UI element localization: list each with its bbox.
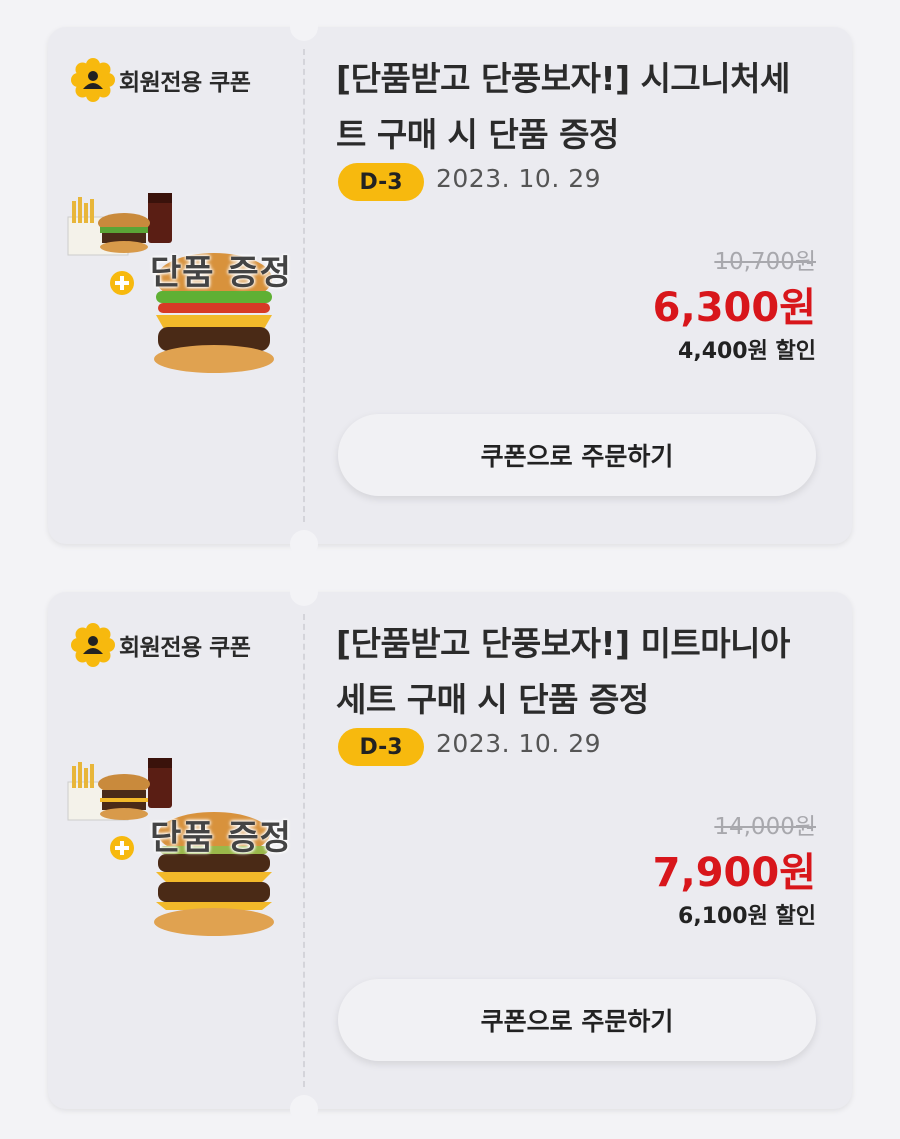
expiry-date: 2023. 10. 29 bbox=[436, 729, 602, 758]
coupon-card: 회원전용 쿠폰 단품 증정 [단품받고 단풍보자!] 미트마니아세트 구매 시 … bbox=[48, 578, 852, 1123]
ticket-notch bbox=[290, 1095, 318, 1123]
product-image: 단품 증정 bbox=[64, 752, 304, 952]
product-label: 단품 증정 bbox=[150, 818, 292, 858]
final-price: 7,900원 bbox=[652, 850, 816, 896]
coupon-card: 회원전용 쿠폰 단품 증정 [단품받고 단풍보자!] 시그니처세트 구매 시 단 bbox=[48, 13, 852, 558]
final-price: 6,300원 bbox=[652, 285, 816, 331]
coupon-title: [단품받고 단풍보자!] 시그니처세트 구매 시 단품 증정 bbox=[336, 59, 790, 154]
member-coupon-badge: 회원전용 쿠폰 bbox=[70, 622, 251, 668]
ticket-notch bbox=[290, 530, 318, 558]
member-person-icon bbox=[71, 58, 115, 102]
badge-label: 회원전용 쿠폰 bbox=[119, 70, 251, 96]
discount-amount: 6,100원 할인 bbox=[678, 904, 816, 929]
member-coupon-badge: 회원전용 쿠폰 bbox=[70, 57, 251, 103]
dday-badge: D-3 bbox=[338, 728, 424, 766]
member-person-icon bbox=[71, 623, 115, 667]
badge-label: 회원전용 쿠폰 bbox=[119, 635, 251, 661]
expiry-date: 2023. 10. 29 bbox=[436, 164, 602, 193]
order-with-coupon-button[interactable]: 쿠폰으로 주문하기 bbox=[338, 414, 816, 496]
ticket-notch bbox=[290, 13, 318, 41]
original-price: 10,700원 bbox=[714, 249, 816, 275]
product-label: 단품 증정 bbox=[150, 253, 292, 293]
dday-badge: D-3 bbox=[338, 163, 424, 201]
product-image: 단품 증정 bbox=[64, 187, 304, 387]
original-price: 14,000원 bbox=[714, 814, 816, 840]
discount-amount: 4,400원 할인 bbox=[678, 339, 816, 364]
ticket-notch bbox=[290, 578, 318, 606]
order-with-coupon-button[interactable]: 쿠폰으로 주문하기 bbox=[338, 979, 816, 1061]
coupon-title: [단품받고 단풍보자!] 미트마니아세트 구매 시 단품 증정 bbox=[336, 624, 790, 719]
